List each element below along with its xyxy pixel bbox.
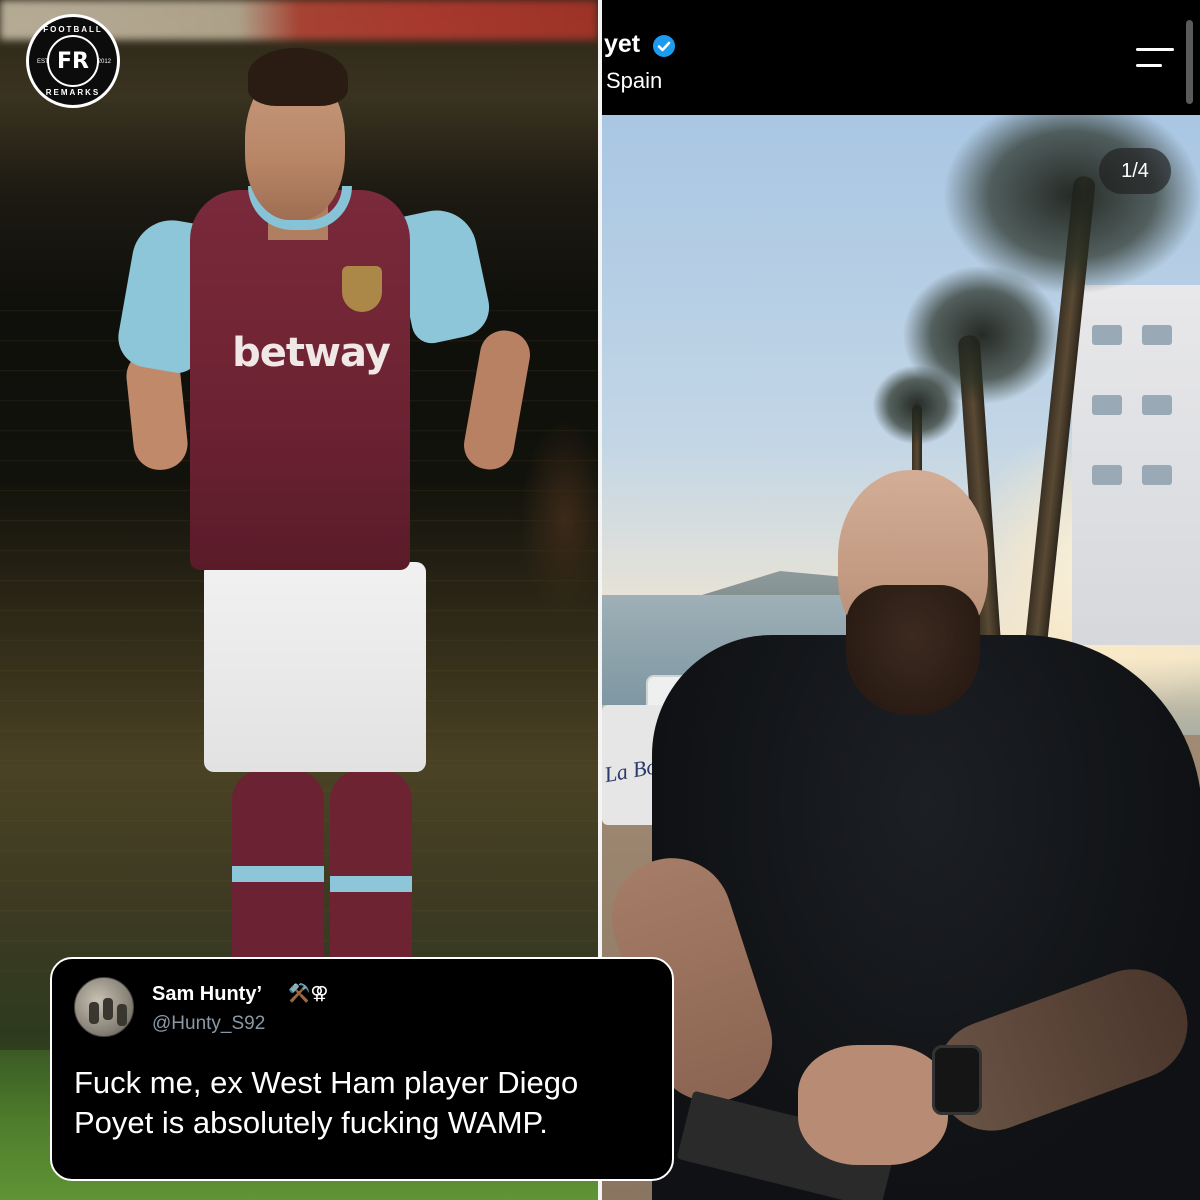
scrollbar-thumb[interactable] — [1186, 20, 1193, 104]
smartwatch-icon — [932, 1045, 982, 1115]
sock-stripe — [232, 866, 324, 882]
logo-year: 2012 — [97, 59, 111, 65]
man-beard — [846, 585, 980, 715]
club-crest-icon — [342, 266, 382, 312]
verified-badge-icon — [653, 35, 675, 57]
player-hair — [248, 48, 348, 106]
tweet-text: Fuck me, ex West Ham player Diego Poyet … — [74, 1065, 579, 1140]
logo-monogram: FR — [47, 35, 99, 87]
instagram-header: yet Spain — [602, 0, 1200, 115]
footballer-figure: betway — [113, 30, 550, 970]
photo-counter-badge: 1/4 — [1099, 148, 1171, 194]
tweet-card[interactable]: Sam Hunty’ ⚒️⚢ @Hunty_S92 Fuck me, ex We… — [50, 957, 674, 1181]
player-shirt — [190, 190, 410, 570]
logo-bottom-text: REMARKS — [45, 88, 101, 97]
logo-est: EST — [37, 59, 49, 65]
player-shorts — [204, 562, 426, 772]
football-remarks-logo: FOOTBALL EST FR 2012 REMARKS — [26, 14, 120, 108]
hamburger-menu-icon[interactable] — [1132, 44, 1176, 74]
name-emoji-icons: ⚒️⚢ — [288, 983, 329, 1003]
post-photo[interactable]: La Bocan 1/4 — [602, 115, 1200, 1200]
tweet-handle[interactable]: @Hunty_S92 — [152, 1013, 265, 1035]
tweet-display-name[interactable]: Sam Hunty’ — [152, 983, 262, 1006]
post-location[interactable]: Spain — [606, 68, 662, 94]
player-right-leg — [330, 770, 412, 970]
shirt-sponsor: betway — [232, 330, 391, 376]
sock-stripe — [330, 876, 412, 892]
avatar[interactable] — [74, 977, 134, 1037]
man-hand — [798, 1045, 948, 1165]
instagram-screenshot: yet Spain La Bocan 1/4 — [602, 0, 1200, 1200]
logo-top-text: FOOTBALL — [43, 25, 103, 34]
player-right-arm — [460, 326, 534, 474]
palm-leaves — [872, 365, 962, 445]
hotel-building — [1072, 285, 1200, 645]
profile-username[interactable]: yet — [604, 30, 640, 59]
